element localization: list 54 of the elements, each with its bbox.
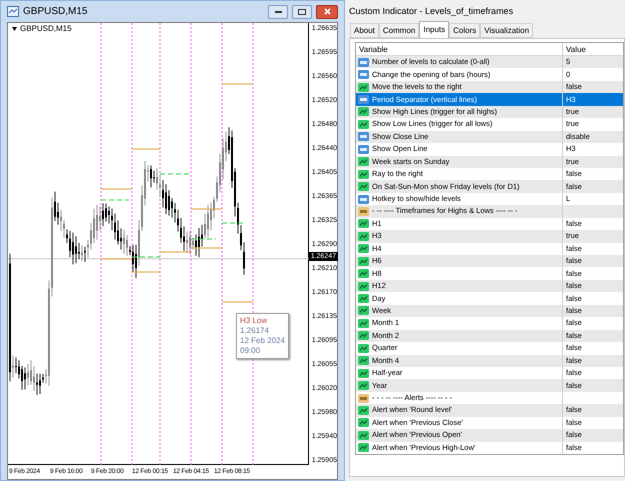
column-header: Variable <box>356 43 563 55</box>
chart-icon <box>358 406 369 415</box>
tooltip-price: 1.26174 <box>240 326 270 336</box>
dropdown-icon[interactable] <box>12 27 17 31</box>
minimize-icon <box>274 10 282 12</box>
number-icon <box>358 132 369 142</box>
tooltip-date: 12 Feb 2024 <box>240 336 285 346</box>
chart-icon <box>358 306 369 316</box>
tooltip-time: 09:00 <box>240 346 262 356</box>
chart-icon <box>358 368 369 378</box>
text-icon <box>358 206 369 216</box>
chart-icon <box>358 219 369 228</box>
chart-icon <box>358 331 369 340</box>
tab[interactable]: Inputs <box>419 21 450 38</box>
restore-button[interactable] <box>292 4 312 18</box>
tab[interactable]: Common <box>378 23 420 38</box>
tab[interactable]: Visualization <box>480 23 534 38</box>
chart-icon <box>358 82 369 92</box>
window-title: GBPUSD,M15 <box>23 5 88 19</box>
chart-icon <box>358 182 369 192</box>
chart-icon <box>358 381 369 390</box>
chart-symbol-label: GBPUSD,M15 <box>20 25 72 33</box>
close-icon <box>324 8 330 15</box>
chart-icon <box>358 120 369 129</box>
chart-window-icon <box>7 6 19 17</box>
chart-icon <box>358 170 369 179</box>
tab[interactable]: About <box>350 23 379 38</box>
tooltip-title: H3 Low <box>240 316 268 326</box>
chart-icon <box>358 430 369 440</box>
chart-icon <box>358 443 369 452</box>
chart-icon <box>358 244 369 254</box>
chart-icon <box>358 294 369 304</box>
chart-icon <box>358 269 369 278</box>
chart-icon <box>358 157 369 166</box>
close-button[interactable] <box>316 4 338 18</box>
chart-icon <box>358 356 369 366</box>
chart-icon <box>358 344 369 353</box>
tab[interactable]: Colors <box>449 23 480 38</box>
text-icon <box>358 394 369 403</box>
chart-icon <box>358 418 369 428</box>
chart-icon <box>358 282 369 291</box>
minimize-button[interactable] <box>268 4 288 18</box>
column-header: Value <box>565 44 587 55</box>
restore-icon <box>298 8 306 14</box>
number-icon <box>358 70 369 80</box>
number-icon <box>358 95 369 104</box>
chart-icon <box>358 318 369 328</box>
chart-icon <box>358 232 369 241</box>
chart-icon <box>358 256 369 266</box>
dialog-title: Custom Indicator - Levels_of_timeframes <box>349 5 514 18</box>
number-icon <box>358 194 369 204</box>
number-icon <box>358 58 369 67</box>
number-icon <box>358 144 369 154</box>
chart-icon <box>358 107 369 116</box>
